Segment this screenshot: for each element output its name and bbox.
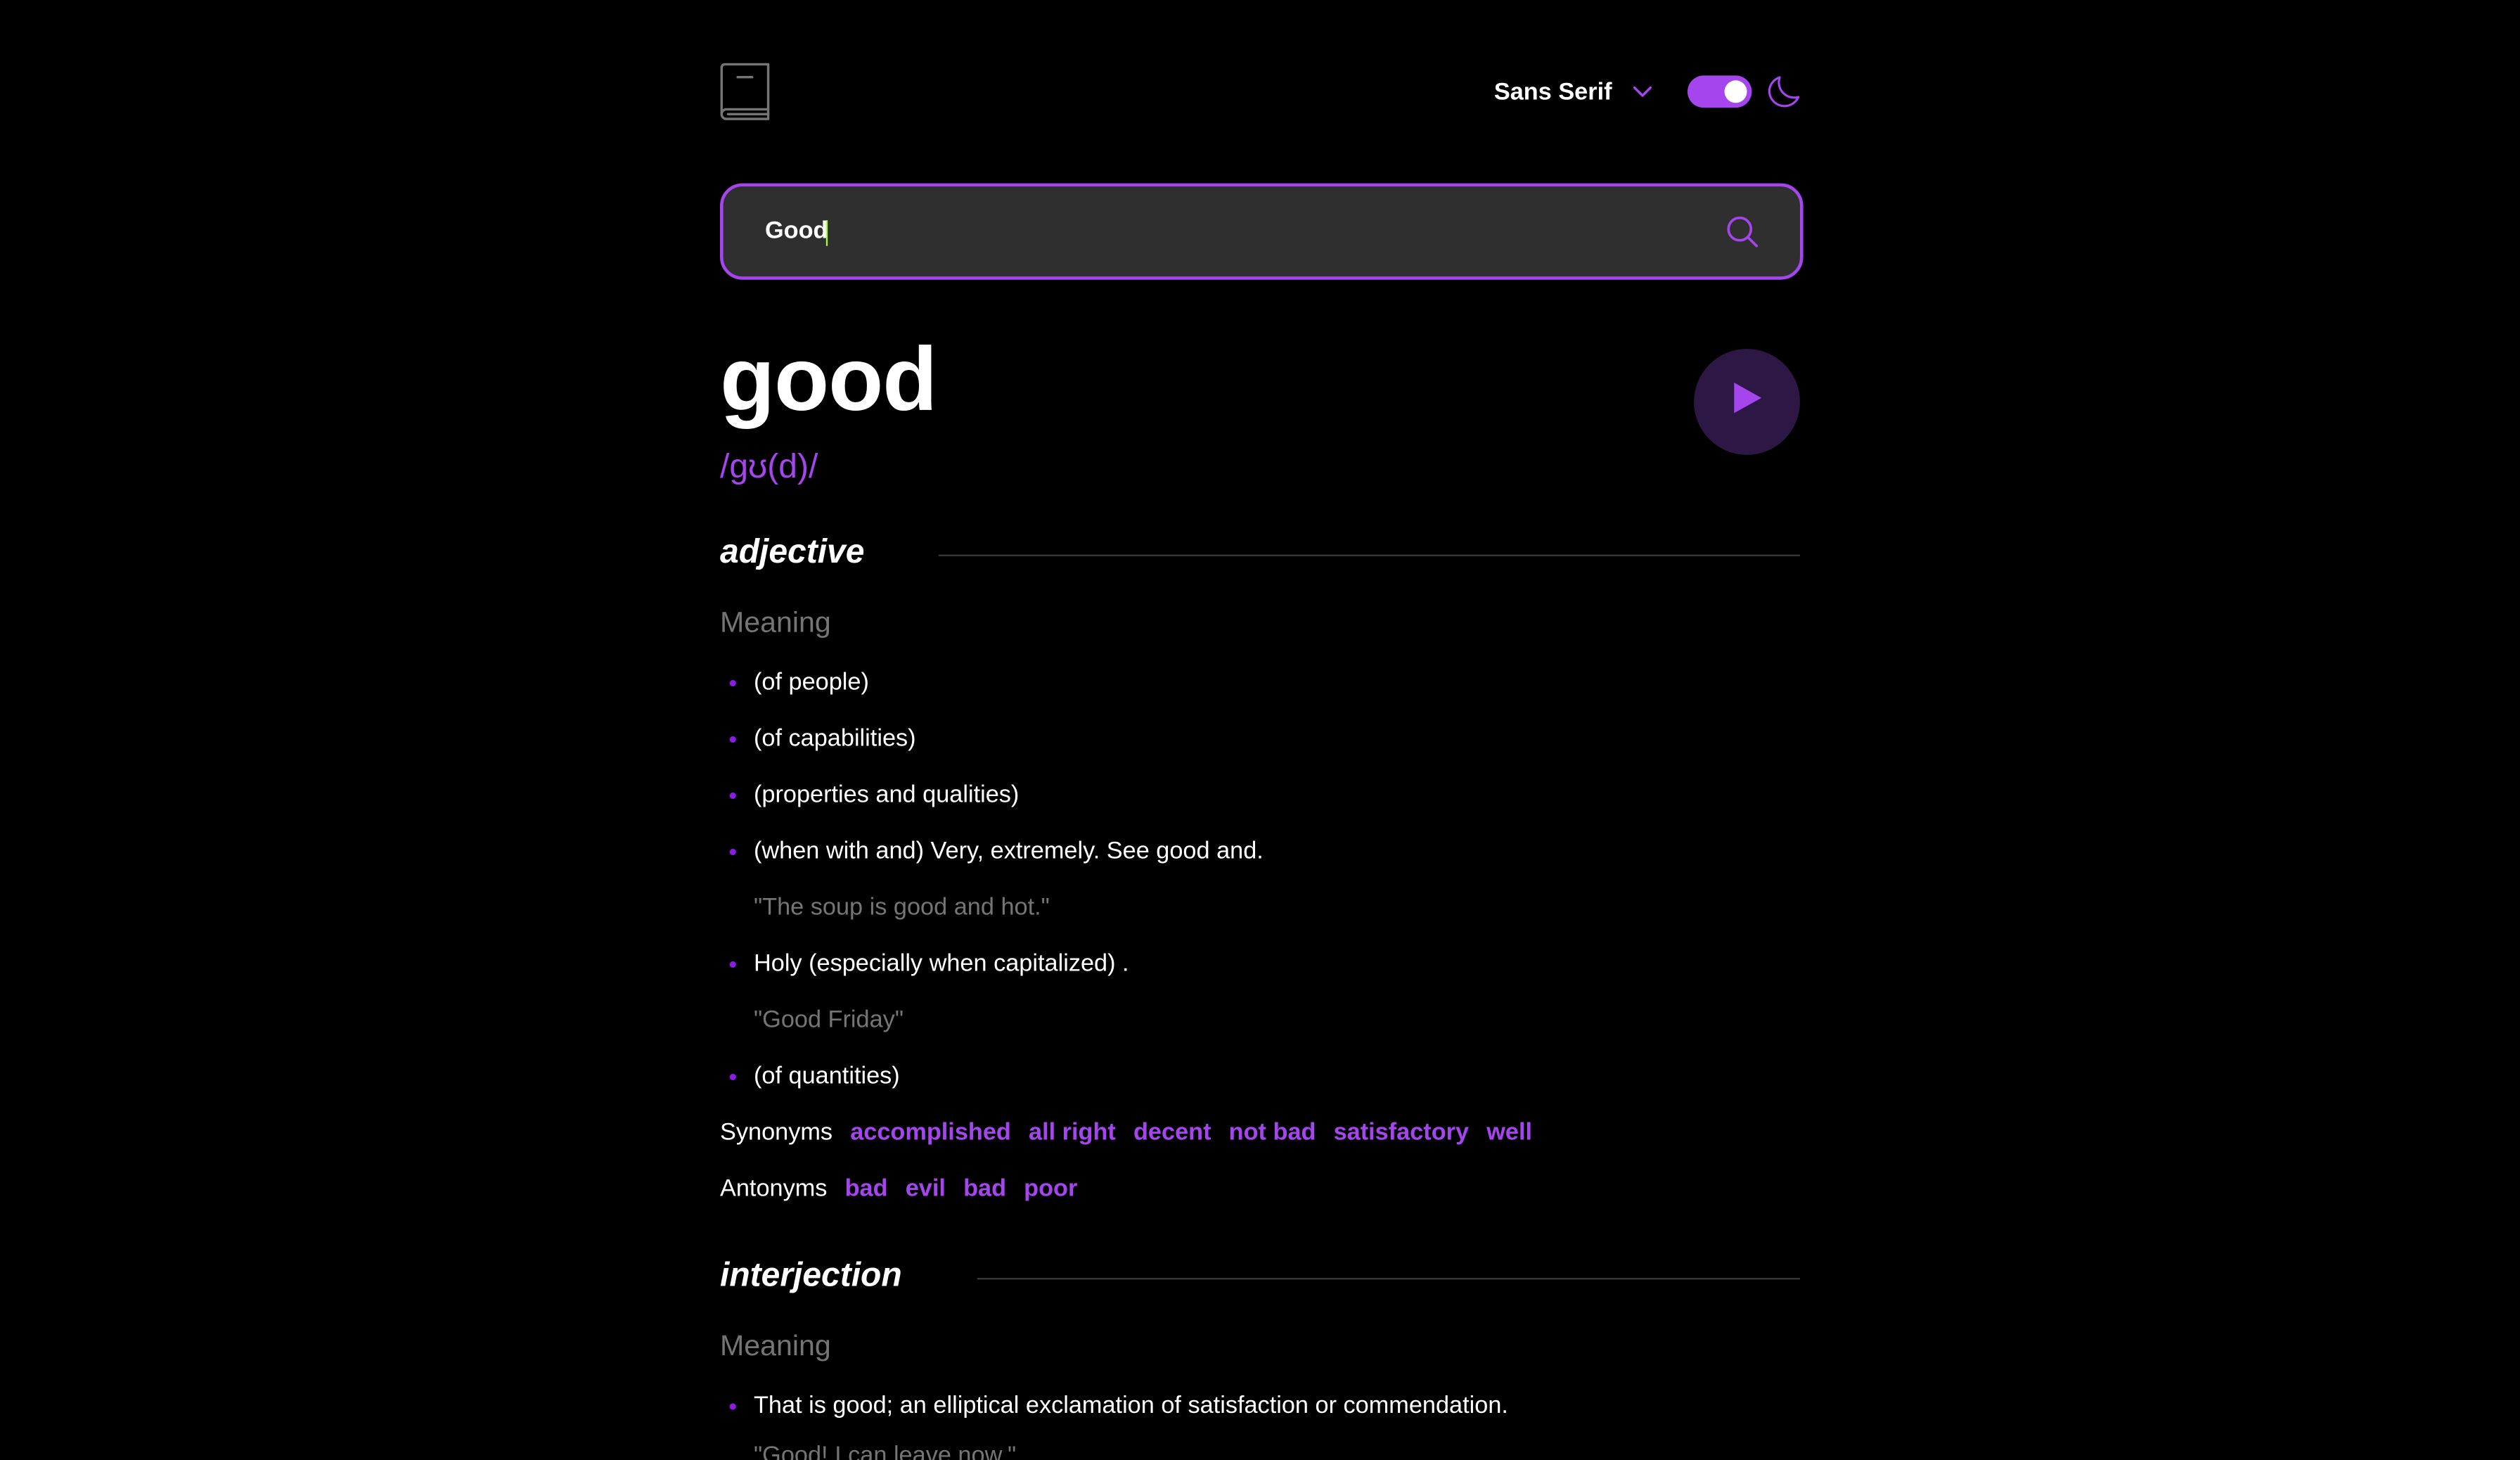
definition-item: (of quantities): [729, 1061, 900, 1094]
definition-item: (properties and qualities): [729, 780, 1020, 812]
bullet: [729, 792, 736, 799]
synonyms-row: Synonyms accomplished all right decent n…: [720, 1118, 1550, 1150]
definition-example: "Good Friday": [753, 1006, 904, 1034]
definition-text: (of capabilities): [753, 724, 916, 753]
bullet: [729, 679, 736, 686]
header-controls: Sans Serif: [1494, 72, 1800, 111]
section-divider: [977, 1278, 1800, 1280]
antonym-link[interactable]: evil: [906, 1174, 946, 1206]
definition-text: (of people): [753, 668, 869, 696]
search-bar: [719, 183, 1804, 280]
bullet: [729, 848, 736, 855]
definition-text: That is good; an elliptical exclamation …: [753, 1392, 1508, 1420]
header: Sans Serif: [720, 63, 1800, 120]
synonym-link[interactable]: satisfactory: [1334, 1118, 1469, 1150]
synonyms-label: Synonyms: [719, 1118, 833, 1146]
definition-item: (of people): [729, 667, 869, 700]
chevron-down-icon[interactable]: [1631, 80, 1654, 103]
part-of-speech-label: interjection: [719, 1257, 902, 1294]
definition-item: (when with and) Very, extremely. See goo…: [729, 836, 1264, 869]
meaning-heading: Meaning: [719, 1329, 831, 1362]
definition-text: (when with and) Very, extremely. See goo…: [753, 837, 1264, 865]
moon-icon: [1768, 75, 1800, 108]
part-of-speech-interjection: interjection: [720, 1253, 1800, 1301]
part-of-speech-adjective: adjective: [720, 529, 1800, 577]
synonym-link[interactable]: all right: [1029, 1118, 1116, 1150]
antonyms-row: Antonyms bad evil bad poor: [720, 1174, 1095, 1206]
synonym-link[interactable]: accomplished: [850, 1118, 1011, 1150]
synonym-link[interactable]: well: [1486, 1118, 1532, 1150]
theme-toggle[interactable]: [1687, 75, 1752, 108]
bullet: [729, 961, 736, 968]
font-selector-label[interactable]: Sans Serif: [1494, 78, 1612, 105]
definition-text: (properties and qualities): [753, 781, 1020, 809]
search-icon[interactable]: [1726, 215, 1759, 248]
play-button[interactable]: [1694, 348, 1800, 455]
theme-toggle-knob: [1724, 80, 1747, 103]
definition-item: Holy (especially when capitalized) .: [729, 949, 1129, 981]
synonym-link[interactable]: not bad: [1229, 1118, 1316, 1150]
definition-text: (of quantities): [753, 1062, 900, 1090]
book-icon[interactable]: [720, 63, 771, 120]
bullet: [729, 1403, 736, 1410]
section-divider: [938, 554, 1800, 556]
antonym-link[interactable]: poor: [1024, 1174, 1077, 1206]
definition-example: "The soup is good and hot.": [753, 893, 1050, 921]
synonym-link[interactable]: decent: [1133, 1118, 1211, 1150]
bullet: [729, 736, 736, 743]
definition-item: That is good; an elliptical exclamation …: [729, 1390, 1508, 1423]
phonetic-text: /ɡʊ(d)/: [719, 448, 818, 486]
part-of-speech-label: adjective: [719, 533, 865, 571]
antonym-link[interactable]: bad: [963, 1174, 1006, 1206]
bullet: [729, 1073, 736, 1080]
definition-text: Holy (especially when capitalized) .: [753, 949, 1129, 978]
definition-item: (of capabilities): [729, 724, 916, 756]
app-stage: Sans Serif Good good /ɡʊ(d)/ adjective M…: [0, 0, 2520, 1460]
text-caret: [825, 220, 828, 246]
antonym-link[interactable]: bad: [845, 1174, 888, 1206]
header-divider: [1670, 66, 1671, 117]
play-icon: [1730, 381, 1764, 423]
search-input[interactable]: [764, 186, 1665, 277]
word-title: good: [719, 328, 937, 430]
definition-example: "Good! I can leave now.": [753, 1442, 1017, 1460]
antonyms-label: Antonyms: [719, 1174, 828, 1203]
meaning-heading: Meaning: [719, 606, 831, 639]
